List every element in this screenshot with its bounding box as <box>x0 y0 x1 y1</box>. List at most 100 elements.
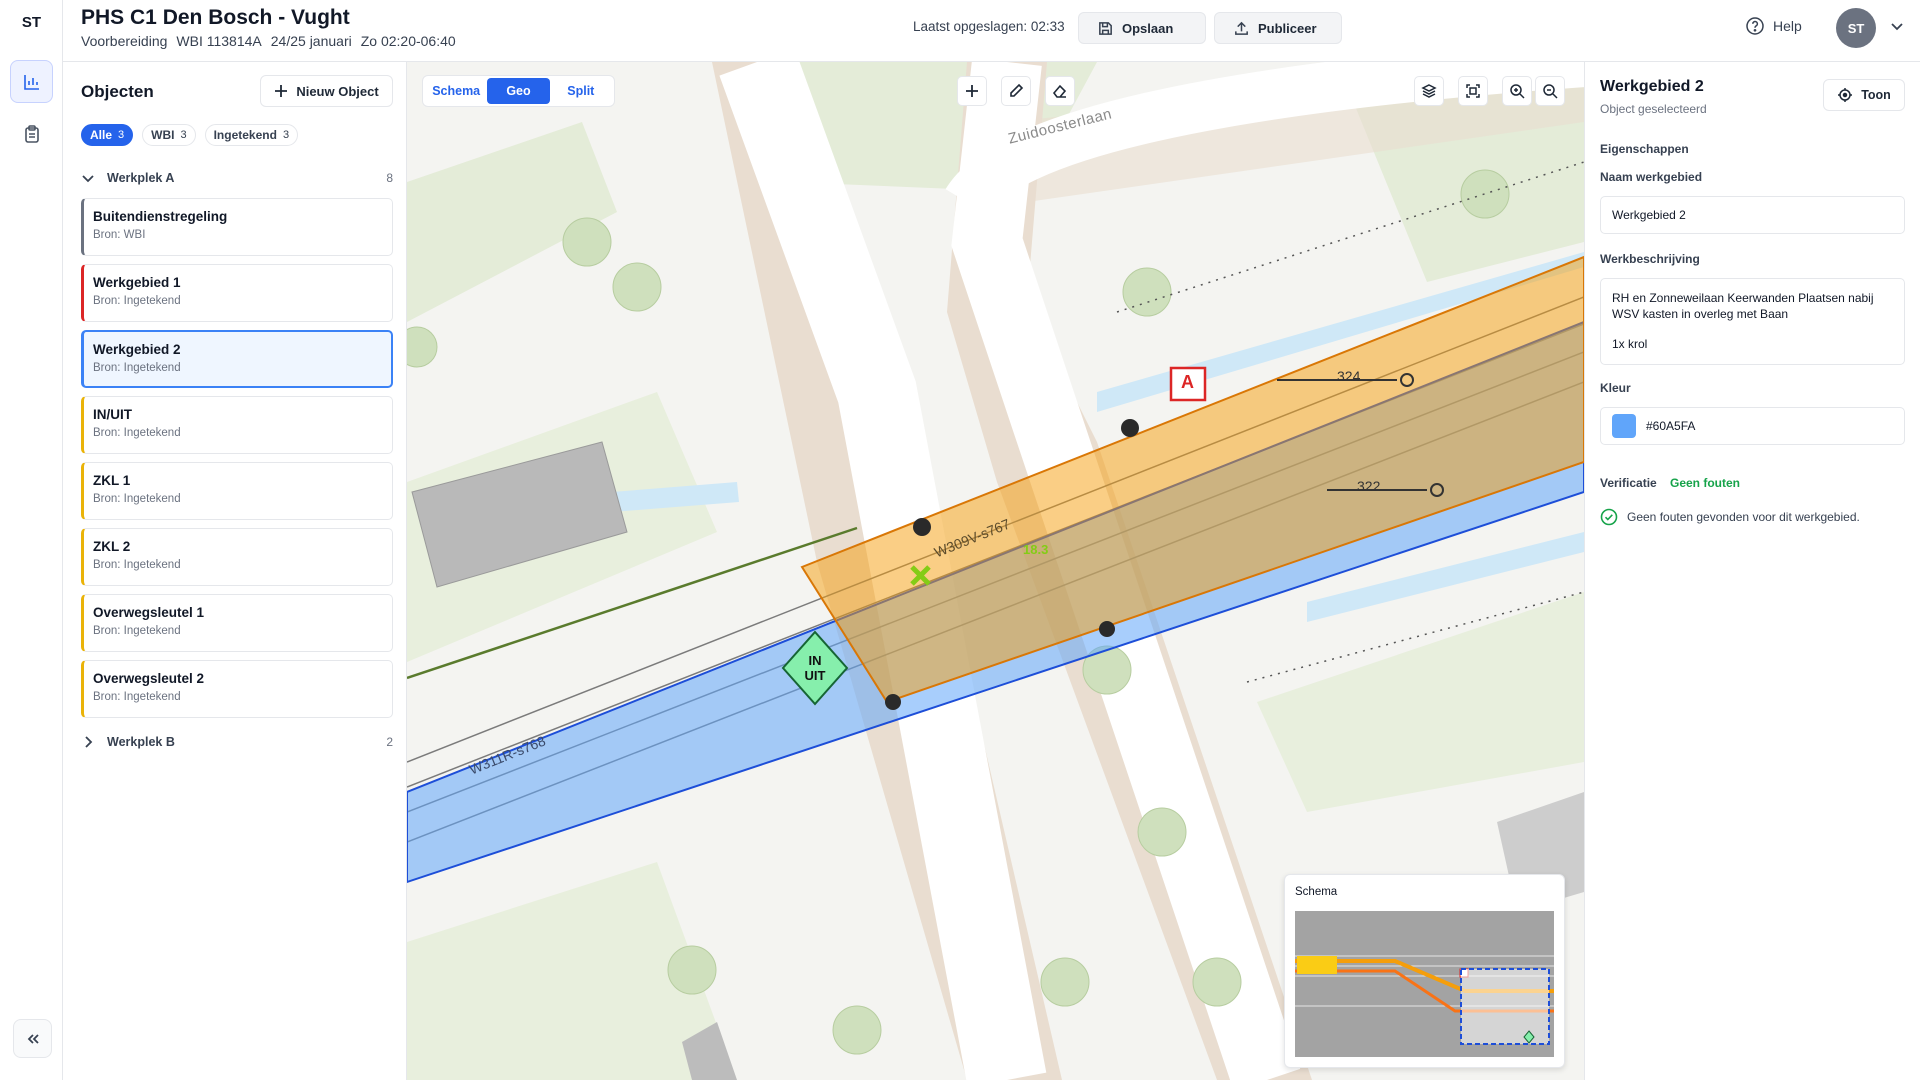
eraser-icon <box>1052 84 1067 98</box>
name-field[interactable]: Werkgebied 2 <box>1600 196 1905 234</box>
object-name: Werkgebied 2 <box>93 342 181 357</box>
object-item-werkgebied-1[interactable]: Werkgebied 1 Bron: Ingetekend <box>81 264 393 322</box>
fit-view-button[interactable] <box>1458 76 1488 106</box>
object-source: Bron: Ingetekend <box>93 362 181 374</box>
save-label: Opslaan <box>1122 20 1174 36</box>
group-werkplek-b[interactable]: Werkplek B 2 <box>81 732 393 752</box>
tab-split[interactable]: Split <box>550 78 612 104</box>
filter-ingetekend-count: 3 <box>282 129 290 141</box>
object-item-zkl-2[interactable]: ZKL 2 Bron: Ingetekend <box>81 528 393 586</box>
filter-all[interactable]: Alle 3 <box>81 124 134 146</box>
object-item-buitendienstregeling[interactable]: Buitendienstregeling Bron: WBI <box>81 198 393 256</box>
save-button[interactable]: Opslaan <box>1078 12 1206 44</box>
object-name: Overwegsleutel 2 <box>93 671 205 686</box>
verification-message: Geen fouten gevonden voor dit werkgebied… <box>1627 510 1860 524</box>
dashboard-nav-button[interactable] <box>10 60 53 103</box>
filter-ingetekend[interactable]: Ingetekend 3 <box>204 124 299 146</box>
app-logo: ST <box>21 14 42 31</box>
filter-all-label: Alle <box>90 128 113 142</box>
color-field[interactable]: #60A5FA <box>1600 407 1905 445</box>
zoom-out-button[interactable] <box>1535 76 1565 106</box>
object-source: Bron: Ingetekend <box>93 493 181 505</box>
filter-wbi[interactable]: WBI 3 <box>142 124 196 146</box>
zoom-in-icon <box>1510 84 1525 99</box>
check-circle-icon <box>1600 508 1618 526</box>
name-field-value: Werkgebied 2 <box>1612 208 1686 222</box>
zoom-out-icon <box>1543 84 1558 99</box>
tab-geo[interactable]: Geo <box>487 78 550 104</box>
locate-icon <box>1838 88 1853 102</box>
selected-object-subtitle: Object geselecteerd <box>1600 102 1707 116</box>
double-chevron-left-icon <box>27 1033 39 1044</box>
description-field[interactable]: RH en Zonneweilaan Keerwanden Plaatsen n… <box>1600 278 1905 365</box>
layers-icon <box>1421 84 1437 98</box>
verification-row: Verificatie Geen fouten <box>1600 476 1900 490</box>
upload-icon <box>1235 21 1248 35</box>
object-item-werkgebied-2[interactable]: Werkgebied 2 Bron: Ingetekend <box>81 330 393 388</box>
object-item-overwegsleutel-2[interactable]: Overwegsleutel 2 Bron: Ingetekend <box>81 660 393 718</box>
km-label: 18.3 <box>1023 542 1049 557</box>
map-canvas[interactable]: Zuidoosterlaan W309V-s767 W311R-s768 18.… <box>407 62 1584 1080</box>
user-avatar[interactable]: ST <box>1836 8 1876 48</box>
project-time: Zo 02:20-06:40 <box>360 33 456 49</box>
project-title: PHS C1 Den Bosch - Vught <box>81 6 350 29</box>
draw-tool-button[interactable] <box>1001 76 1031 106</box>
last-saved-text: Laatst opgeslagen: 02:33 <box>913 19 1065 34</box>
object-source: Bron: WBI <box>93 229 146 241</box>
pencil-icon <box>1010 83 1024 97</box>
description-line-1: RH en Zonneweilaan Keerwanden Plaatsen n… <box>1612 291 1874 321</box>
color-swatch[interactable] <box>1612 414 1636 438</box>
in-uit-marker[interactable]: IN UIT <box>783 653 847 683</box>
add-tool-button[interactable] <box>957 76 987 106</box>
collapse-sidebar-button[interactable] <box>13 1019 52 1058</box>
filter-all-count: 3 <box>118 129 125 141</box>
save-icon <box>1099 21 1112 35</box>
publish-button[interactable]: Publiceer <box>1214 12 1342 44</box>
minimap-schema-drawing <box>1295 911 1554 1057</box>
color-value: #60A5FA <box>1646 419 1696 433</box>
layers-button[interactable] <box>1414 76 1444 106</box>
group-count: 2 <box>386 735 393 749</box>
project-phase: Voorbereiding <box>81 33 168 49</box>
object-item-overwegsleutel-1[interactable]: Overwegsleutel 1 Bron: Ingetekend <box>81 594 393 652</box>
view-toggle: Schema Geo Split <box>422 75 615 107</box>
object-source: Bron: Ingetekend <box>93 691 181 703</box>
object-item-in-uit[interactable]: IN/UIT Bron: Ingetekend <box>81 396 393 454</box>
project-date: 24/25 januari <box>270 33 352 49</box>
objects-panel: Objecten Nieuw Object Alle 3 WBI 3 Inget… <box>63 62 407 1080</box>
tab-schema[interactable]: Schema <box>425 78 487 104</box>
object-item-zkl-1[interactable]: ZKL 1 Bron: Ingetekend <box>81 462 393 520</box>
in-label: IN <box>808 653 822 668</box>
object-name: ZKL 1 <box>93 473 131 488</box>
new-object-label: Nieuw Object <box>296 83 379 99</box>
toon-label: Toon <box>1861 88 1891 102</box>
marker-a-label[interactable]: A <box>1181 372 1194 393</box>
object-name: ZKL 2 <box>93 539 131 554</box>
verification-message-row: Geen fouten gevonden voor dit werkgebied… <box>1600 508 1860 526</box>
verification-status: Geen fouten <box>1670 476 1741 490</box>
project-wbi: WBI 113814A <box>176 33 262 49</box>
verification-label: Verificatie <box>1600 476 1657 490</box>
description-field-label: Werkbeschrijving <box>1600 252 1700 266</box>
object-name: Overwegsleutel 1 <box>93 605 205 620</box>
left-rail: ST <box>0 0 63 1080</box>
chevron-down-icon[interactable] <box>1889 18 1905 34</box>
tasks-nav-button[interactable] <box>10 112 53 155</box>
show-on-map-button[interactable]: Toon <box>1823 79 1905 111</box>
filter-wbi-count: 3 <box>180 129 187 141</box>
schema-minimap[interactable]: Schema <box>1284 874 1565 1068</box>
group-werkplek-a[interactable]: Werkplek A 8 <box>81 168 393 188</box>
properties-section-label: Eigenschappen <box>1600 142 1689 156</box>
chart-icon <box>23 74 39 90</box>
new-object-button[interactable]: Nieuw Object <box>260 75 393 107</box>
zoom-in-button[interactable] <box>1502 76 1532 106</box>
publish-label: Publiceer <box>1258 20 1317 36</box>
erase-tool-button[interactable] <box>1045 76 1075 106</box>
uit-label: UIT <box>804 668 826 683</box>
group-count: 8 <box>386 171 393 185</box>
object-source: Bron: Ingetekend <box>93 295 181 307</box>
chevron-right-icon <box>85 736 93 748</box>
properties-panel: Werkgebied 2 Object geselecteerd Toon Ei… <box>1584 62 1920 1080</box>
help-button[interactable]: Help <box>1745 16 1802 36</box>
object-source: Bron: Ingetekend <box>93 427 181 439</box>
